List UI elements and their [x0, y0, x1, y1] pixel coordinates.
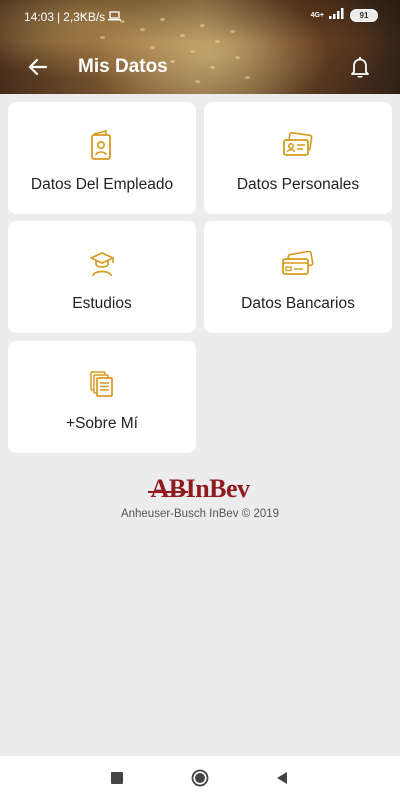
- triangle-back-icon[interactable]: [272, 768, 292, 788]
- page-title: Mis Datos: [78, 56, 168, 77]
- bell-icon[interactable]: [346, 53, 374, 81]
- status-time: 14:03: [24, 10, 55, 24]
- card-label: Datos Personales: [236, 176, 360, 193]
- status-separator: |: [57, 10, 61, 24]
- card-label: Datos Bancarios: [241, 295, 355, 312]
- card-sobre-mi[interactable]: +Sobre Mí: [8, 341, 196, 453]
- network-type: 4G+: [310, 11, 324, 19]
- app-bar: Mis Datos: [0, 44, 400, 88]
- system-nav-bar: [0, 756, 400, 800]
- graduate-icon: [85, 247, 119, 281]
- card-datos-personales[interactable]: Datos Personales: [204, 102, 392, 214]
- card-label: Estudios: [72, 295, 132, 312]
- square-icon[interactable]: [107, 768, 127, 788]
- card-datos-bancarios[interactable]: Datos Bancarios: [204, 221, 392, 333]
- signal-icon: [329, 8, 345, 22]
- status-bar: 14:03 | 2,3KB/s 4G+ 91: [0, 0, 400, 30]
- circle-icon[interactable]: [190, 768, 210, 788]
- card-datos-del-empleado[interactable]: Datos Del Empleado: [8, 102, 196, 214]
- abinbev-logo: ABInBev: [148, 474, 250, 503]
- card-label: +Sobre Mí: [66, 415, 138, 432]
- card-estudios[interactable]: Estudios: [8, 221, 196, 333]
- bank-cards-icon: [281, 247, 315, 281]
- laptop-icon: [108, 10, 122, 24]
- copyright-text: Anheuser-Busch InBev © 2019: [120, 508, 280, 520]
- card-label: Datos Del Empleado: [30, 176, 174, 193]
- employee-badge-icon: [85, 128, 119, 162]
- id-cards-icon: [281, 128, 315, 162]
- status-network-speed: 2,3KB/s: [63, 10, 106, 24]
- battery-indicator: 91: [350, 8, 378, 22]
- arrow-left-icon[interactable]: [24, 54, 52, 80]
- documents-icon: [85, 367, 119, 401]
